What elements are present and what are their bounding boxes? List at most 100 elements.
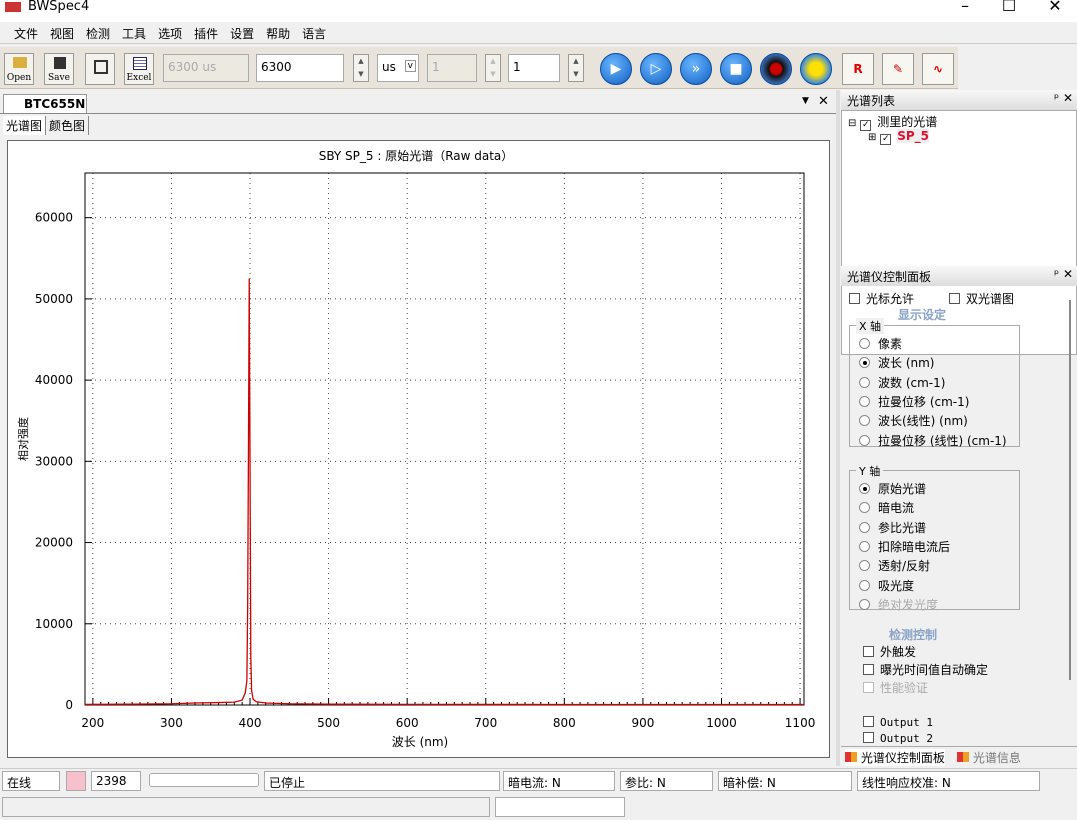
y-axis-option[interactable]: 吸光度 xyxy=(859,577,914,594)
stop-button[interactable]: ■ xyxy=(720,53,752,85)
radio-icon xyxy=(859,502,870,514)
radio-icon xyxy=(859,560,870,572)
panel-close-icon[interactable]: ✕ xyxy=(1063,267,1073,281)
play-button[interactable]: ▶ xyxy=(600,53,632,85)
radio-icon xyxy=(859,579,870,591)
fast-forward-button[interactable]: » xyxy=(680,53,712,85)
x-tick-label: 200 xyxy=(81,716,104,730)
tab-spectrum[interactable]: 光谱图 xyxy=(3,116,47,135)
tab-close-icon[interactable]: ✕ xyxy=(818,94,829,109)
x-tick-label: 300 xyxy=(160,716,183,730)
x-tick-label: 900 xyxy=(631,716,654,730)
output1-checkbox[interactable]: Output 1 xyxy=(863,716,933,729)
x-axis-option[interactable]: 拉曼位移 (线性) (cm-1) xyxy=(859,432,1007,449)
folder-icon xyxy=(13,57,27,68)
item-checkbox[interactable]: ✓ xyxy=(880,134,892,145)
x-axis-option[interactable]: 波数 (cm-1) xyxy=(859,374,945,391)
panel-icon xyxy=(957,752,969,762)
cursor-checkbox[interactable]: 光标允许 xyxy=(849,290,914,307)
control-panel-header: 光谱仪控制面板 ᵖ ✕ xyxy=(841,266,1077,286)
minimize-button[interactable]: – xyxy=(942,0,988,15)
detect-section-title: 检测控制 xyxy=(889,628,938,642)
menu-detect[interactable]: 检测 xyxy=(80,22,116,42)
x-axis-option[interactable]: 波长 (nm) xyxy=(859,354,934,371)
expand-icon[interactable]: ⊞ xyxy=(868,132,876,143)
y-tick-label: 50000 xyxy=(35,292,73,306)
y-axis-option[interactable]: 参比光谱 xyxy=(859,519,926,536)
menu-view[interactable]: 视图 xyxy=(44,22,80,42)
splitter[interactable] xyxy=(836,90,840,766)
close-button[interactable]: ✕ xyxy=(1032,0,1077,15)
average-input[interactable]: 1 xyxy=(508,54,560,82)
tab-dropdown-icon[interactable]: ▼ xyxy=(802,96,809,106)
external-trigger-checkbox[interactable]: 外触发 xyxy=(863,643,916,660)
x-axis-option[interactable]: 像素 xyxy=(859,335,902,352)
view-tabs: 光谱图 颜色图 xyxy=(3,116,90,135)
radio-icon xyxy=(859,540,870,552)
x-axis-label: 波长 (nm) xyxy=(392,735,448,749)
auto-exposure-checkbox[interactable]: 曝光时间值自动确定 xyxy=(863,661,988,678)
dual-spectrum-checkbox[interactable]: 双光谱图 xyxy=(949,290,1014,307)
exposure-spinner[interactable]: ▲ ▼ xyxy=(353,54,369,82)
tab-control-panel[interactable]: 光谱仪控制面板 xyxy=(845,749,945,766)
play-outline-icon: ▷ xyxy=(650,61,662,77)
excel-button[interactable]: Excel xyxy=(124,53,154,85)
tab-btc655n[interactable]: BTC655N xyxy=(3,94,87,114)
title-bar: BWSpec4 – ☐ ✕ xyxy=(0,0,1077,22)
print-button[interactable] xyxy=(85,53,115,85)
unit-select[interactable]: us v xyxy=(377,54,419,82)
x-tick-label: 1000 xyxy=(706,716,737,730)
dark-subtract-button[interactable]: ✎ xyxy=(882,53,914,85)
panel-close-icon[interactable]: ✕ xyxy=(1063,91,1073,105)
output2-checkbox[interactable]: Output 2 xyxy=(863,732,933,745)
spectrum-chart[interactable]: SBY SP_5 : 原始光谱（Raw data） 波长 (nm) 相对强度 2… xyxy=(8,141,831,759)
menu-options[interactable]: 选项 xyxy=(152,22,188,42)
menu-file[interactable]: 文件 xyxy=(8,22,44,42)
y-axis-option[interactable]: 暗电流 xyxy=(859,499,914,516)
fast-forward-icon: » xyxy=(691,61,701,77)
y-tick-label: 40000 xyxy=(35,373,73,387)
app-logo-icon xyxy=(5,2,21,12)
maximize-button[interactable]: ☐ xyxy=(986,0,1032,15)
tab-spectrum-info[interactable]: 光谱信息 xyxy=(957,749,1021,766)
menu-help[interactable]: 帮助 xyxy=(260,22,296,42)
run-state: 已停止 xyxy=(264,771,500,791)
tree-item-sp5[interactable]: ⊞ ✓ SP_5 xyxy=(868,129,930,145)
y-tick-label: 10000 xyxy=(35,617,73,631)
pin-icon[interactable]: ᵖ xyxy=(1054,267,1059,281)
collapse-icon[interactable]: ⊟ xyxy=(848,118,856,129)
y-axis-group: Y 轴 原始光谱 暗电流 参比光谱 扣除暗电流后 透射/反射 吸光度 绝对发光度 xyxy=(849,463,1020,612)
tab-color[interactable]: 颜色图 xyxy=(46,116,90,135)
x-tick-label: 1100 xyxy=(785,716,816,730)
y-axis-option[interactable]: 原始光谱 xyxy=(859,480,926,497)
pin-icon[interactable]: ᵖ xyxy=(1054,91,1059,105)
x-tick-label: 500 xyxy=(317,716,340,730)
menu-plugins[interactable]: 插件 xyxy=(188,22,224,42)
dark-record-button[interactable] xyxy=(760,53,792,85)
save-button[interactable]: Save xyxy=(44,53,74,85)
reference-button[interactable]: R xyxy=(842,53,874,85)
sine-wave-icon: ∿ xyxy=(932,62,944,76)
menu-language[interactable]: 语言 xyxy=(296,22,332,42)
menu-settings[interactable]: 设置 xyxy=(224,22,260,42)
single-play-button[interactable]: ▷ xyxy=(640,53,672,85)
radio-icon xyxy=(859,483,870,494)
x-axis-option[interactable]: 波长(线性) (nm) xyxy=(859,412,968,429)
curve-button[interactable]: ∿ xyxy=(922,53,954,85)
x-tick-label: 400 xyxy=(239,716,262,730)
x-axis-option[interactable]: 拉曼位移 (cm-1) xyxy=(859,393,969,410)
open-button[interactable]: Open xyxy=(4,53,34,85)
status-field-3 xyxy=(495,797,625,817)
count-display: 2398 xyxy=(91,771,141,791)
control-scrollbar[interactable] xyxy=(1069,300,1071,680)
radio-icon xyxy=(859,434,870,446)
online-status: 在线 xyxy=(2,771,60,791)
exposure-input[interactable]: 6300 xyxy=(256,54,344,82)
average-spinner[interactable]: ▲ ▼ xyxy=(568,54,584,82)
light-button[interactable] xyxy=(800,53,832,85)
menu-tools[interactable]: 工具 xyxy=(116,22,152,42)
spectrum-list-title: 光谱列表 xyxy=(847,94,896,108)
play-icon: ▶ xyxy=(610,61,622,77)
y-axis-option[interactable]: 扣除暗电流后 xyxy=(859,538,950,555)
y-axis-option[interactable]: 透射/反射 xyxy=(859,557,930,574)
